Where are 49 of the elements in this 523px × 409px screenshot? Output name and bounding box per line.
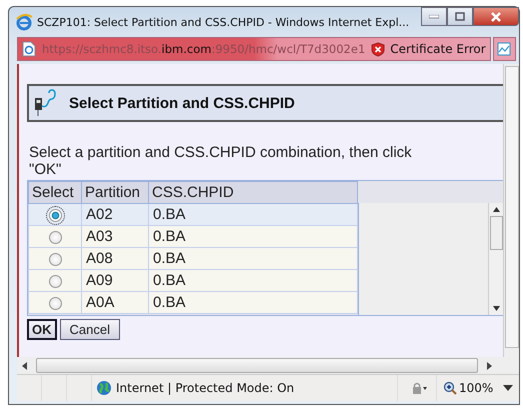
- table-cell: 0.BA: [148, 204, 358, 226]
- column-header: CSS.CHPID: [148, 182, 358, 204]
- table-cell: A08: [82, 248, 148, 270]
- table-cell: 0.BA: [148, 270, 358, 292]
- broken-page-icon: [497, 42, 512, 56]
- magnifier-icon: [443, 381, 457, 395]
- certificate-error-button[interactable]: Certificate Error: [371, 42, 486, 56]
- zoom-button[interactable]: 100%: [436, 375, 519, 401]
- table-cell: A02: [82, 204, 148, 226]
- dropdown-arrow-icon: [503, 385, 513, 391]
- table-cell: 0.BA: [148, 226, 358, 248]
- maximize-icon: [455, 12, 465, 21]
- ok-button[interactable]: OK: [27, 319, 56, 340]
- up-arrow-icon[interactable]: [492, 207, 500, 212]
- cancel-button[interactable]: Cancel: [60, 319, 120, 340]
- down-arrow-icon[interactable]: [492, 306, 500, 311]
- minimize-button[interactable]: [421, 7, 447, 26]
- zone-status: Internet | Protected Mode: On: [116, 381, 294, 395]
- table-cell: 0.BA: [148, 248, 358, 270]
- column-header: Select: [28, 182, 82, 204]
- page-icon: [22, 41, 36, 57]
- right-arrow-icon[interactable]: [487, 362, 492, 370]
- panel-title: Select Partition and CSS.CHPID: [69, 94, 295, 112]
- page-scrollbar[interactable]: [503, 64, 519, 357]
- scrollbar-thumb[interactable]: [490, 216, 502, 250]
- radio-button[interactable]: [48, 230, 62, 244]
- table-cell: A09: [82, 270, 148, 292]
- table-cell: A03: [82, 226, 148, 248]
- globe-icon: [96, 380, 112, 396]
- scrollbar-thumb[interactable]: [504, 66, 518, 348]
- column-header: Partition: [82, 182, 148, 204]
- radio-button[interactable]: [48, 274, 62, 288]
- radio-button[interactable]: [48, 296, 62, 310]
- horizontal-scrollbar[interactable]: [17, 357, 519, 374]
- radio-button[interactable]: [48, 208, 62, 222]
- window-title: SCZP101: Select Partition and CSS.CHPID - Windows Internet Expl...: [37, 16, 410, 28]
- radio-button[interactable]: [48, 252, 62, 266]
- close-icon: [490, 12, 502, 22]
- minimize-icon: [429, 14, 439, 18]
- compatibility-view-button[interactable]: [492, 37, 516, 61]
- left-arrow-icon[interactable]: [22, 362, 27, 370]
- table-scrollbar[interactable]: [488, 203, 503, 315]
- close-button[interactable]: [473, 7, 519, 26]
- table-cell: A0A: [82, 292, 148, 314]
- shield-icon: [371, 42, 386, 56]
- table-cell: 0.BA: [148, 292, 358, 314]
- instruction-text: Select a partition and CSS.CHPID combination, then click "OK": [29, 144, 413, 178]
- maximize-button[interactable]: [447, 7, 473, 26]
- browser-logo-icon: [15, 13, 33, 31]
